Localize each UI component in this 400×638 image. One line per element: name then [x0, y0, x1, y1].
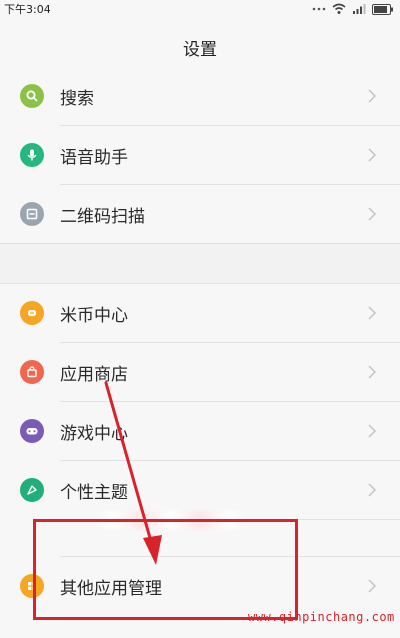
settings-item-label: 搜索 — [60, 89, 94, 109]
microphone-icon — [20, 143, 44, 167]
chevron-right-icon — [368, 579, 377, 593]
settings-item-label: 其他应用管理 — [60, 579, 162, 599]
section-gap — [0, 243, 400, 283]
wifi-icon — [332, 3, 346, 14]
battery-icon — [372, 3, 393, 15]
status-icons — [312, 2, 394, 16]
qr-scan-icon — [20, 202, 44, 226]
watermark: www.qinpinchang.com — [248, 610, 395, 624]
coin-icon — [20, 301, 44, 325]
settings-item-label: 二维码扫描 — [60, 207, 145, 227]
gamepad-icon — [20, 419, 44, 443]
blurred-region — [98, 511, 244, 529]
settings-item-label: 游戏中心 — [60, 424, 128, 444]
signal-icon — [353, 4, 366, 14]
settings-item-mi-coin-center[interactable]: 米币中心 — [0, 284, 400, 342]
settings-item-app-store[interactable]: 应用商店 — [0, 343, 400, 401]
settings-item-game-center[interactable]: 游戏中心 — [0, 402, 400, 460]
chevron-right-icon — [368, 306, 377, 320]
settings-item-other-app-management[interactable]: 其他应用管理 — [0, 557, 400, 615]
apps-icon — [20, 574, 44, 598]
title-bar: 设置 — [0, 18, 400, 70]
chevron-right-icon — [368, 89, 377, 103]
page-title: 设置 — [183, 40, 217, 60]
settings-item-search[interactable]: 搜索 — [0, 67, 400, 125]
chevron-right-icon — [368, 207, 377, 221]
settings-item-label: 个性主题 — [60, 483, 128, 503]
chevron-right-icon — [368, 424, 377, 438]
chevron-right-icon — [368, 365, 377, 379]
settings-item-voice-assistant[interactable]: 语音助手 — [0, 126, 400, 184]
more-dots-icon — [312, 7, 326, 11]
settings-item-label: 米币中心 — [60, 306, 128, 326]
status-bar: 下午3:04 — [0, 0, 400, 18]
search-icon — [20, 84, 44, 108]
brush-icon — [20, 478, 44, 502]
settings-item-label: 应用商店 — [60, 365, 128, 385]
shopping-bag-icon — [20, 360, 44, 384]
section-divider-top — [0, 243, 400, 244]
chevron-right-icon — [368, 483, 377, 497]
settings-item-qr-scan[interactable]: 二维码扫描 — [0, 185, 400, 243]
chevron-right-icon — [368, 148, 377, 162]
status-time: 下午3:04 — [4, 3, 51, 16]
settings-item-label: 语音助手 — [60, 148, 128, 168]
